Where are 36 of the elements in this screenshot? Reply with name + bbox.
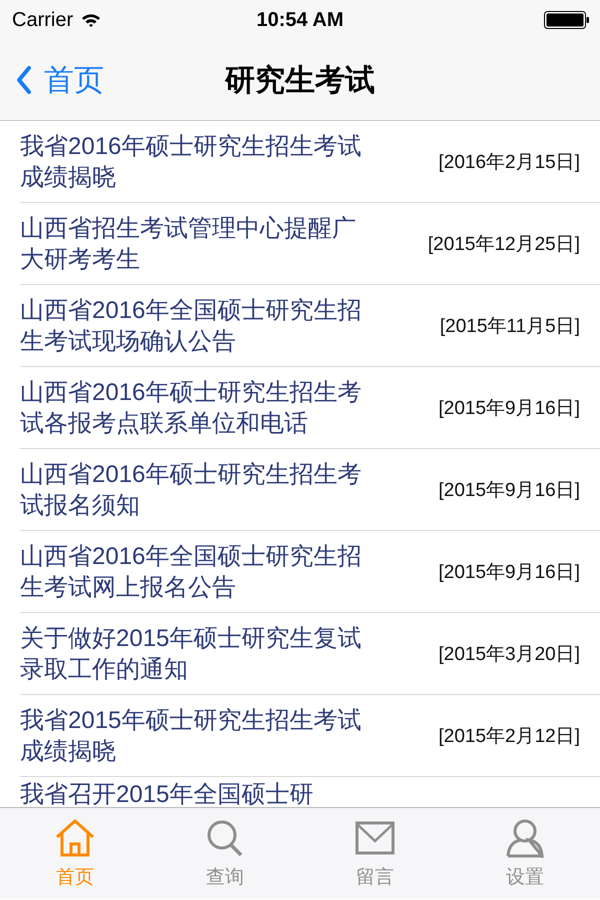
news-title: 关于做好2015年硕士研究生复试录取工作的通知 — [20, 624, 362, 684]
search-icon — [205, 818, 245, 858]
news-title: 我省2016年硕士研究生招生考试成绩揭晓 — [20, 132, 362, 192]
home-icon — [55, 818, 95, 858]
news-title: 山西省2016年硕士研究生招生考试各报考点联系单位和电话 — [20, 378, 362, 438]
news-row[interactable]: 山西省2016年全国硕士研究生招生考试现场确认公告 [2015年11月5日] — [20, 285, 600, 367]
status-time: 10:54 AM — [256, 8, 344, 32]
news-title: 山西省2016年硕士研究生招生考试报名须知 — [20, 460, 362, 520]
nav-title: 研究生考试 — [225, 62, 375, 98]
news-row[interactable]: 山西省2016年硕士研究生招生考试报名须知 [2015年9月16日] — [20, 449, 600, 531]
user-icon — [505, 818, 545, 858]
news-title: 山西省2016年全国硕士研究生招生考试现场确认公告 — [20, 296, 362, 356]
news-title: 我省召开2015年全国硕士研 — [20, 780, 314, 807]
news-date: [2015年3月20日] — [438, 642, 580, 666]
news-date: [2015年9月16日] — [438, 396, 580, 420]
news-row[interactable]: 我省2016年硕士研究生招生考试成绩揭晓 [2016年2月15日] — [20, 121, 600, 203]
news-date: [2015年9月16日] — [438, 478, 580, 502]
news-row[interactable]: 我省2015年硕士研究生招生考试成绩揭晓 [2015年2月12日] — [20, 695, 600, 777]
news-title: 山西省招生考试管理中心提醒广大研考考生 — [20, 214, 357, 274]
news-title: 山西省2016年全国硕士研究生招生考试网上报名公告 — [20, 542, 362, 602]
news-row[interactable]: 我省召开2015年全国硕士研 — [20, 777, 600, 807]
news-date: [2015年9月16日] — [438, 560, 580, 584]
news-date: [2015年12月25日] — [428, 232, 580, 256]
wifi-icon — [81, 13, 102, 27]
back-button[interactable]: 首页 — [0, 60, 104, 100]
news-row[interactable]: 山西省2016年全国硕士研究生招生考试网上报名公告 [2015年9月16日] — [20, 531, 600, 613]
news-row[interactable]: 山西省2016年硕士研究生招生考试各报考点联系单位和电话 [2015年9月16日] — [20, 367, 600, 449]
news-title: 我省2015年硕士研究生招生考试成绩揭晓 — [20, 706, 362, 766]
battery-icon — [544, 11, 590, 29]
news-date: [2016年2月15日] — [438, 150, 580, 174]
news-date: [2015年2月12日] — [438, 724, 580, 748]
carrier-name: Carrier — [12, 8, 74, 32]
back-chevron-icon — [16, 66, 32, 94]
news-row[interactable]: 山西省招生考试管理中心提醒广大研考考生 [2015年12月25日] — [20, 203, 600, 285]
news-row[interactable]: 关于做好2015年硕士研究生复试录取工作的通知 [2015年3月20日] — [20, 613, 600, 695]
news-date: [2015年11月5日] — [440, 314, 580, 338]
